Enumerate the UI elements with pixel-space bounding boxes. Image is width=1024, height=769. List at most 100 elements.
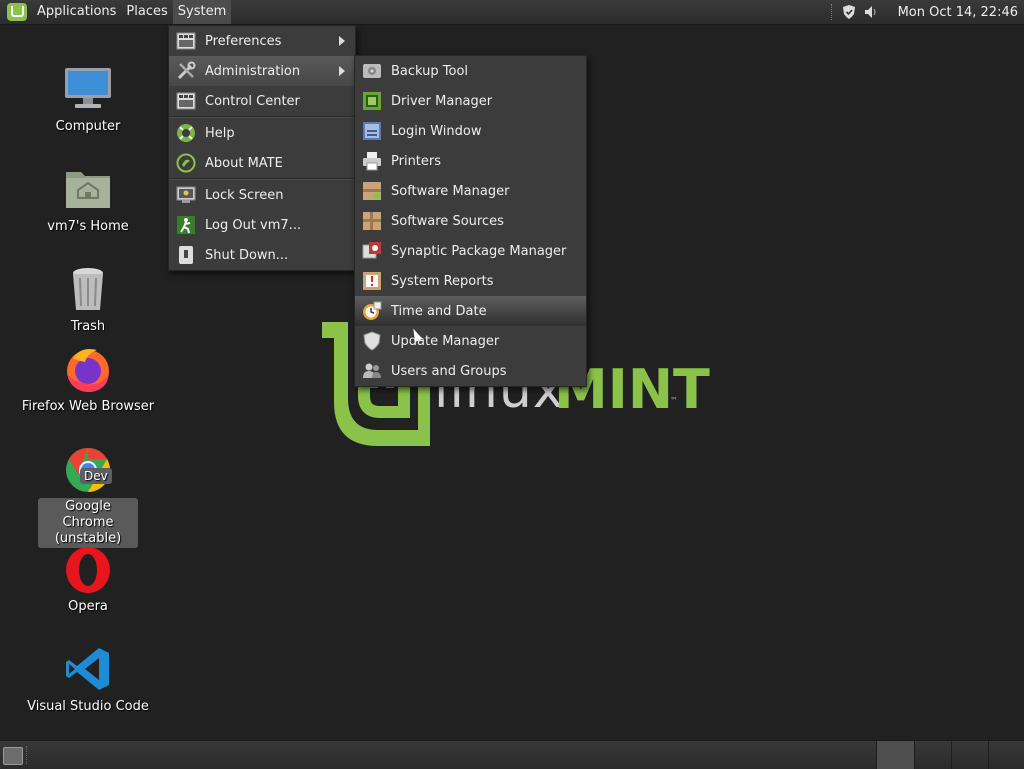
workspace-1[interactable]	[876, 741, 914, 769]
panel-handle[interactable]	[26, 746, 31, 764]
printer-icon	[361, 150, 383, 172]
computer-icon	[63, 64, 113, 114]
software-sources-icon	[361, 210, 383, 232]
backup-tool-icon	[361, 60, 383, 82]
wallpaper-tm: ™	[670, 396, 678, 405]
tray-separator	[830, 4, 834, 20]
menu-item-label: Backup Tool	[391, 63, 469, 79]
show-desktop-icon[interactable]	[3, 747, 23, 765]
workspace-3[interactable]	[951, 741, 988, 769]
menu-item-label: Synaptic Package Manager	[391, 243, 567, 259]
desktop-icon-firefox[interactable]: Firefox Web Browser	[13, 344, 163, 416]
control-center-icon	[175, 90, 197, 112]
menu-item-label: Administration	[205, 63, 301, 79]
desktop-icon-computer[interactable]: Computer	[13, 64, 163, 136]
help-icon	[175, 122, 197, 144]
menu-item-label: Software Manager	[391, 183, 510, 199]
logout-icon	[175, 214, 197, 236]
menu-item-preferences[interactable]: Preferences	[169, 26, 355, 56]
system-tray: Mon Oct 14, 22:46	[830, 0, 1024, 24]
submenu-arrow-icon	[339, 36, 345, 46]
administration-submenu: Backup Tool Driver Manager Login Window …	[354, 55, 587, 387]
workspace-4[interactable]	[988, 741, 1024, 769]
menu-item-label: System Reports	[391, 273, 494, 289]
desktop-icon-trash[interactable]: Trash	[13, 264, 163, 336]
menu-item-backup-tool[interactable]: Backup Tool	[355, 56, 586, 86]
menu-item-label: Preferences	[205, 33, 282, 49]
menu-item-shut-down[interactable]: Shut Down...	[169, 240, 355, 270]
bottom-panel	[0, 740, 1024, 769]
places-menu-button[interactable]: Places	[121, 0, 172, 24]
menu-item-system-reports[interactable]: System Reports	[355, 266, 586, 296]
menu-item-update-manager[interactable]: Update Manager	[355, 326, 586, 356]
desktop-icon-label: Firefox Web Browser	[21, 399, 155, 414]
menu-item-label: Help	[205, 125, 235, 141]
menu-item-administration[interactable]: Administration	[169, 56, 355, 86]
menu-item-time-and-date[interactable]: Time and Date	[355, 296, 586, 326]
desktop-icon-label: Google Chrome (unstable)	[38, 498, 138, 548]
top-panel: Applications Places System Mon Oct 14, 2…	[0, 0, 1024, 25]
time-date-icon	[361, 300, 383, 322]
menu-item-label: Lock Screen	[205, 187, 284, 203]
home-folder-icon	[63, 164, 113, 214]
menu-item-printers[interactable]: Printers	[355, 146, 586, 176]
menu-item-label: Shut Down...	[205, 247, 289, 263]
menu-item-software-manager[interactable]: Software Manager	[355, 176, 586, 206]
desktop-icon-label: Opera	[68, 599, 108, 614]
menu-item-label: Update Manager	[391, 333, 500, 349]
synaptic-icon	[361, 240, 383, 262]
menu-item-label: Software Sources	[391, 213, 504, 229]
desktop-icon-opera[interactable]: Opera	[13, 544, 163, 616]
chrome-dev-icon: Dev	[63, 444, 113, 494]
lock-screen-icon	[175, 184, 197, 206]
update-manager-shield-icon	[361, 330, 383, 352]
menu-item-control-center[interactable]: Control Center	[169, 86, 355, 116]
software-manager-icon	[361, 180, 383, 202]
mate-logo-icon	[175, 152, 197, 174]
menu-item-label: Control Center	[205, 93, 300, 109]
preferences-icon	[175, 30, 197, 52]
panel-clock[interactable]: Mon Oct 14, 22:46	[898, 5, 1018, 20]
system-menu: Preferences Administration Control Cente…	[168, 25, 356, 271]
shield-icon[interactable]	[842, 5, 856, 19]
volume-icon[interactable]	[864, 5, 878, 19]
opera-icon	[63, 544, 113, 594]
login-window-icon	[361, 120, 383, 142]
trash-icon	[63, 264, 113, 314]
vscode-icon	[63, 644, 113, 694]
applications-menu-button[interactable]: Applications	[32, 0, 121, 24]
menu-item-lock-screen[interactable]: Lock Screen	[169, 180, 355, 210]
menu-item-software-sources[interactable]: Software Sources	[355, 206, 586, 236]
system-reports-icon	[361, 270, 383, 292]
menu-item-label: Driver Manager	[391, 93, 493, 109]
menu-item-help[interactable]: Help	[169, 118, 355, 148]
desktop-icon-home[interactable]: vm7's Home	[13, 164, 163, 236]
menu-item-synaptic[interactable]: Synaptic Package Manager	[355, 236, 586, 266]
desktop-icon-label: Visual Studio Code	[27, 699, 149, 714]
users-groups-icon	[361, 360, 383, 382]
menu-item-log-out[interactable]: Log Out vm7...	[169, 210, 355, 240]
firefox-icon	[63, 344, 113, 394]
mint-menu-icon[interactable]	[7, 3, 27, 21]
menu-item-login-window[interactable]: Login Window	[355, 116, 586, 146]
desktop-icon-label: Computer	[55, 119, 121, 134]
shutdown-icon	[175, 244, 197, 266]
menu-item-label: Time and Date	[391, 303, 487, 319]
desktop-icon-chrome-dev[interactable]: Dev Google Chrome (unstable)	[13, 444, 163, 548]
menu-item-label: About MATE	[205, 155, 283, 171]
system-menu-button[interactable]: System	[172, 0, 232, 24]
submenu-arrow-icon	[339, 66, 345, 76]
tools-icon	[175, 60, 197, 82]
menu-item-users-and-groups[interactable]: Users and Groups	[355, 356, 586, 386]
desktop-icon-vscode[interactable]: Visual Studio Code	[13, 644, 163, 716]
desktop-icon-label: vm7's Home	[47, 219, 129, 234]
menu-item-driver-manager[interactable]: Driver Manager	[355, 86, 586, 116]
menu-item-label: Printers	[391, 153, 442, 169]
menu-item-about-mate[interactable]: About MATE	[169, 148, 355, 178]
menu-item-label: Log Out vm7...	[205, 217, 302, 233]
desktop-icon-label: Trash	[70, 319, 106, 334]
menu-item-label: Users and Groups	[391, 363, 507, 379]
workspace-2[interactable]	[914, 741, 951, 769]
menu-item-label: Login Window	[391, 123, 482, 139]
driver-manager-icon	[361, 90, 383, 112]
